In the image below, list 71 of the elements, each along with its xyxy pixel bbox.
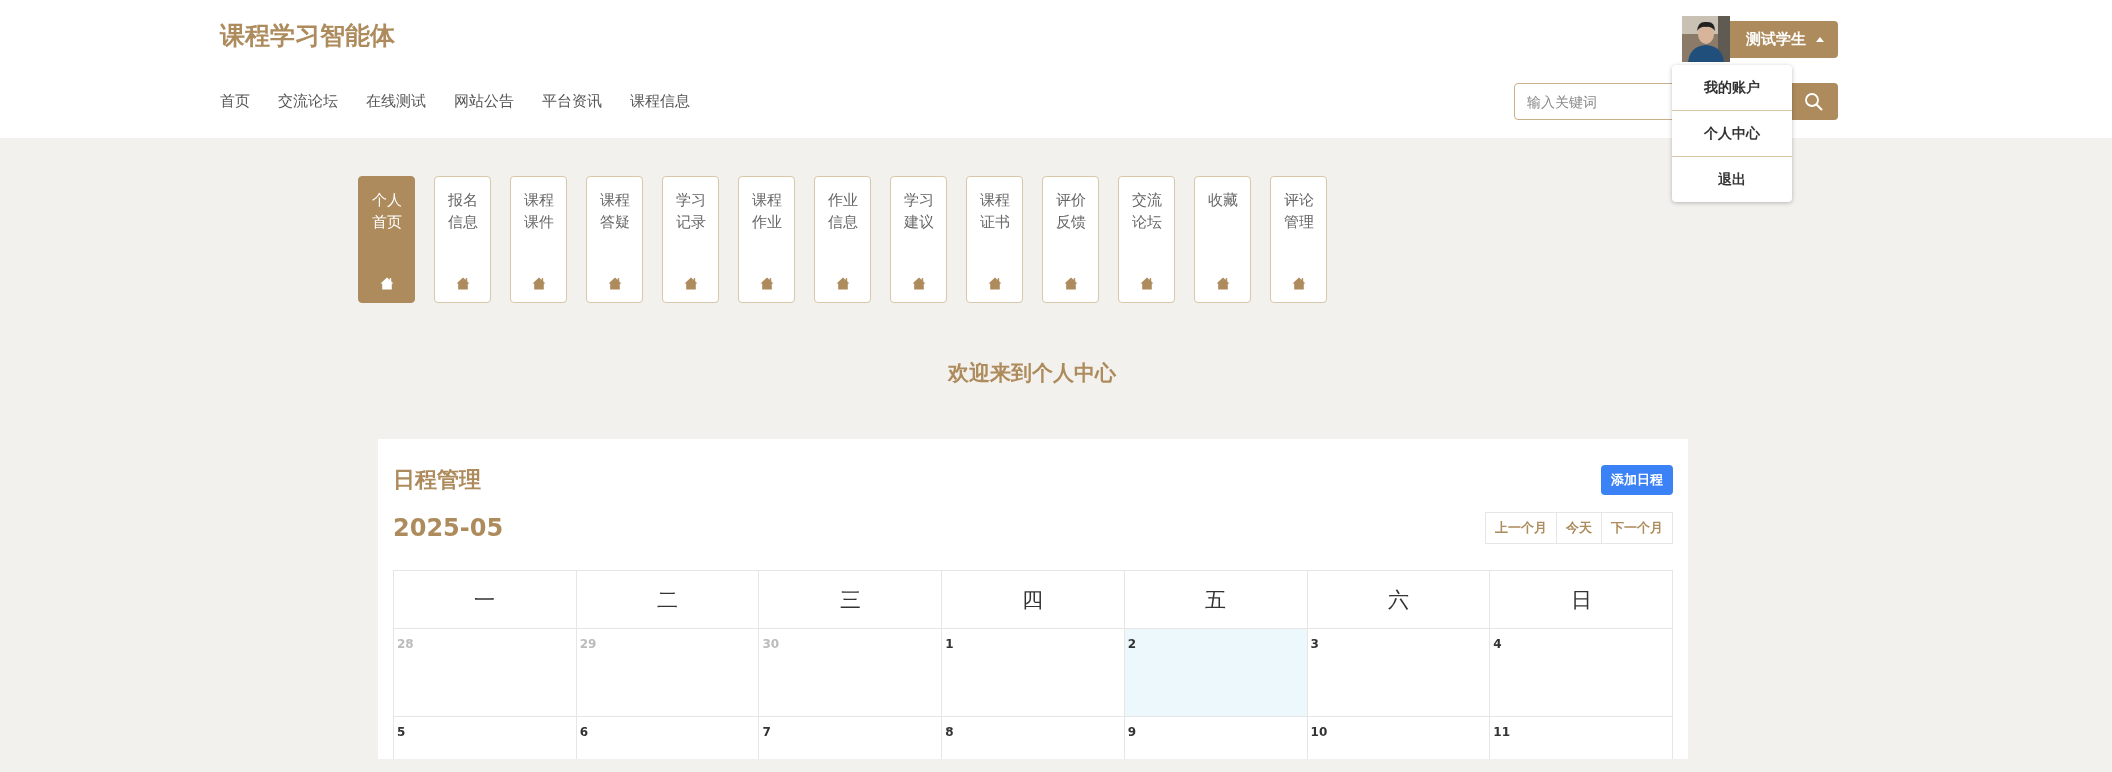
side-tab[interactable]: 课程课件 [510, 176, 567, 303]
day-cell[interactable]: 6 [576, 717, 760, 759]
side-tab[interactable]: 交流论坛 [1118, 176, 1175, 303]
day-number: 29 [579, 637, 597, 651]
weekday-header: 六 [1307, 571, 1491, 629]
house-icon [608, 277, 622, 290]
day-number: 1 [945, 637, 954, 651]
nav-link[interactable]: 首页 [220, 92, 250, 111]
day-cell[interactable]: 4 [1490, 629, 1673, 717]
weekday-header: 四 [942, 571, 1125, 629]
add-schedule-button[interactable]: 添加日程 [1601, 465, 1673, 495]
day-cell[interactable]: 5 [394, 717, 577, 759]
nav-link[interactable]: 平台资讯 [542, 92, 602, 111]
day-number: 8 [945, 725, 954, 739]
house-icon [380, 277, 394, 290]
day-number: 5 [397, 725, 406, 739]
house-icon [1216, 277, 1230, 290]
caret-icon [1816, 36, 1824, 42]
house-icon [988, 277, 1002, 290]
side-tab[interactable]: 评价反馈 [1042, 176, 1099, 303]
day-number: 3 [1310, 637, 1319, 651]
house-icon [532, 277, 546, 290]
house-icon [1292, 277, 1306, 290]
side-tab[interactable]: 学习记录 [662, 176, 719, 303]
day-number: 4 [1493, 637, 1502, 651]
day-cell[interactable]: 7 [759, 717, 943, 759]
search-icon [1804, 91, 1824, 112]
month-title: 2025-05 [393, 514, 504, 542]
day-number: 7 [762, 725, 771, 739]
side-tab[interactable]: 学习建议 [890, 176, 947, 303]
day-cell[interactable]: 2 [1124, 629, 1308, 717]
day-cell[interactable]: 11 [1490, 717, 1673, 759]
day-cell[interactable]: 8 [942, 717, 1125, 759]
nav-link[interactable]: 交流论坛 [278, 92, 338, 111]
house-icon [912, 277, 926, 290]
schedule-title: 日程管理 [393, 466, 481, 494]
side-tab[interactable]: 课程答疑 [586, 176, 643, 303]
house-icon [456, 277, 470, 290]
house-icon [760, 277, 774, 290]
day-number: 6 [579, 725, 589, 739]
nav-link[interactable]: 网站公告 [454, 92, 514, 111]
house-icon [684, 277, 698, 290]
side-tab[interactable]: 收藏 [1194, 176, 1251, 303]
side-tab[interactable]: 报名信息 [434, 176, 491, 303]
day-number: 10 [1310, 725, 1328, 739]
house-icon [1140, 277, 1154, 290]
weekday-header: 三 [759, 571, 943, 629]
house-icon [836, 277, 850, 290]
menu-item[interactable]: 退出 [1672, 156, 1792, 202]
side-tab[interactable]: 课程作业 [738, 176, 795, 303]
search-button[interactable] [1790, 83, 1838, 120]
weekday-header: 日 [1490, 571, 1673, 629]
house-icon [1064, 277, 1078, 290]
day-cell[interactable]: 3 [1307, 629, 1491, 717]
day-cell[interactable]: 1 [942, 629, 1125, 717]
weekday-header: 二 [576, 571, 760, 629]
side-tab[interactable]: 作业信息 [814, 176, 871, 303]
side-tab[interactable]: 课程证书 [966, 176, 1023, 303]
day-number: 30 [762, 637, 780, 651]
side-tab[interactable]: 评论管理 [1270, 176, 1327, 303]
day-number: 28 [397, 637, 414, 651]
day-number: 2 [1127, 637, 1137, 651]
welcome-title: 欢迎来到个人中心 [948, 361, 1116, 385]
nav-link[interactable]: 在线测试 [366, 92, 426, 111]
day-number: 9 [1127, 725, 1137, 739]
day-cell[interactable]: 9 [1124, 717, 1308, 759]
day-number: 11 [1493, 725, 1510, 739]
nav-link[interactable]: 课程信息 [630, 92, 690, 111]
day-cell[interactable]: 10 [1307, 717, 1491, 759]
weekday-header: 一 [394, 571, 577, 629]
menu-item[interactable]: 个人中心 [1672, 110, 1792, 156]
